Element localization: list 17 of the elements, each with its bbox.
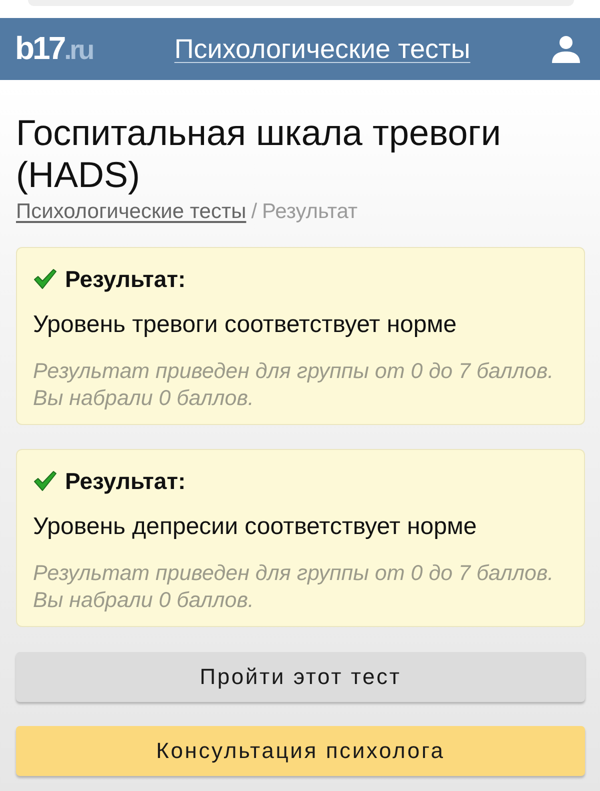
result-note: Результат приведен для группы от 0 до 7 баллов. Вы набрали 0 баллов. bbox=[33, 358, 555, 412]
breadcrumb-link[interactable]: Психологические тесты bbox=[16, 200, 246, 223]
user-icon[interactable] bbox=[552, 35, 580, 63]
breadcrumb-current: Результат bbox=[262, 200, 358, 223]
result-heading: Результат: bbox=[65, 266, 186, 292]
site-logo[interactable]: b17.ru bbox=[15, 31, 93, 67]
check-icon bbox=[33, 470, 57, 492]
result-verdict: Уровень тревоги соответствует норме bbox=[33, 310, 458, 340]
take-test-button[interactable]: Пройти этот тест bbox=[16, 652, 585, 702]
result-note: Результат приведен для группы от 0 до 7 баллов. Вы набрали 0 баллов. bbox=[33, 560, 555, 614]
check-icon bbox=[33, 268, 57, 290]
result-heading: Результат: bbox=[65, 468, 186, 494]
consult-button[interactable]: Консультация психолога bbox=[16, 726, 585, 776]
page-title: Госпитальная шкала тревоги (HADS) bbox=[16, 112, 502, 196]
result-verdict: Уровень депресии соответствует норме bbox=[33, 512, 478, 542]
nav-link[interactable]: Психологические тесты bbox=[174, 34, 470, 64]
breadcrumb-separator: / bbox=[251, 200, 258, 223]
